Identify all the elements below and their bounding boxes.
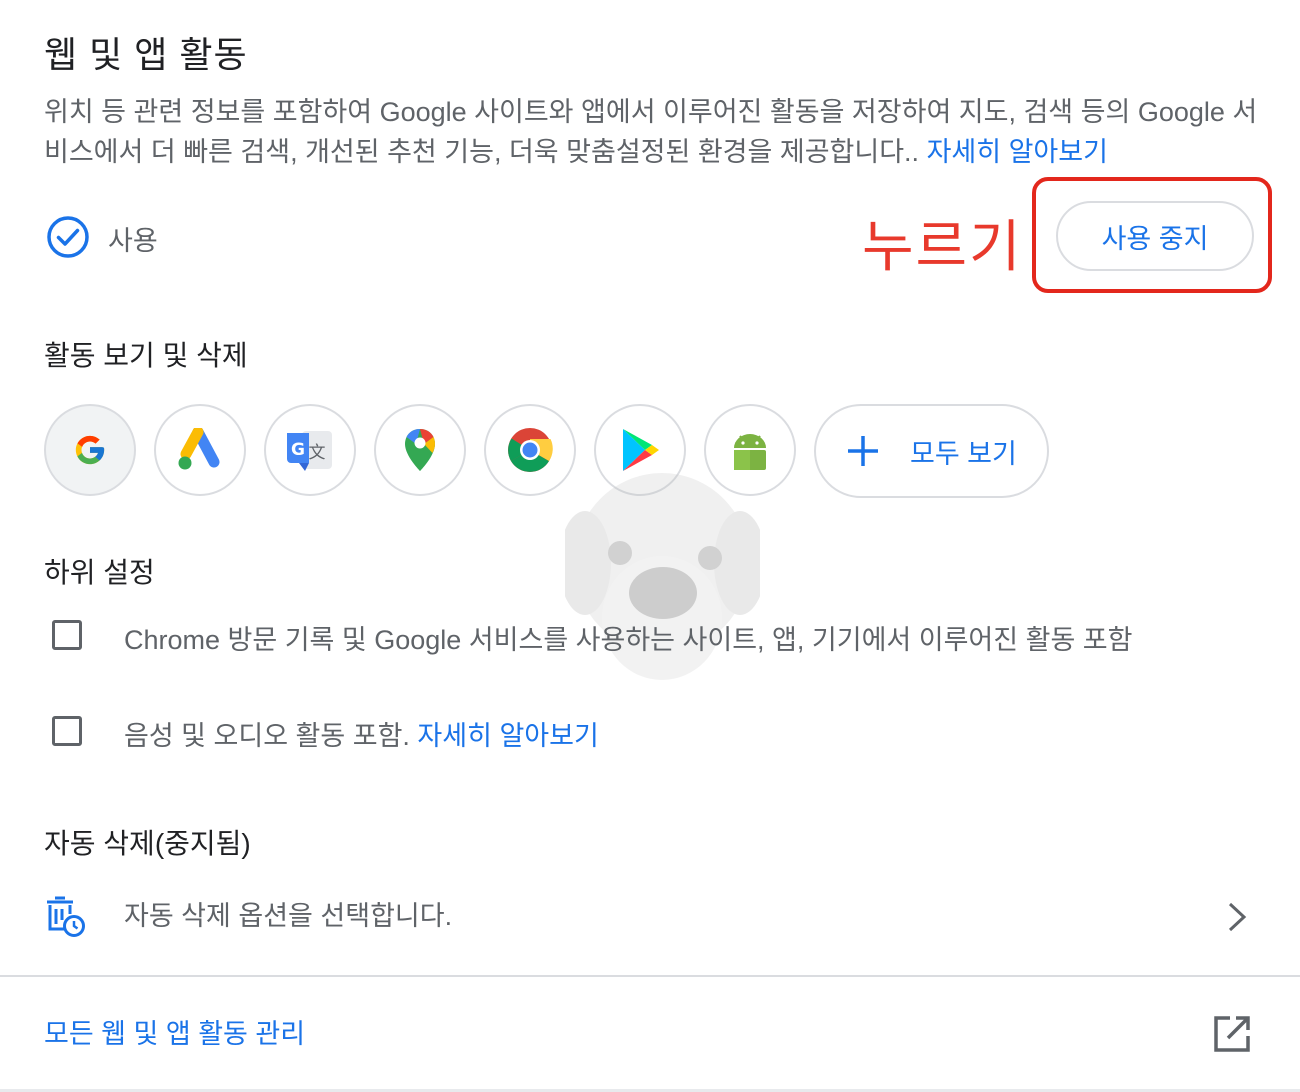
android-icon <box>734 434 766 470</box>
subsettings-heading: 하위 설정 <box>44 557 155 588</box>
learn-more-link[interactable]: 자세히 알아보기 <box>927 137 1108 167</box>
description: 위치 등 관련 정보를 포함하여 Google 사이트와 앱에서 이루어진 활동… <box>44 92 1264 172</box>
pause-button[interactable]: 사용 중지 <box>1056 201 1254 271</box>
audio-activity-checkbox[interactable] <box>52 716 82 746</box>
chevron-right-icon[interactable] <box>1222 900 1252 934</box>
see-all-label: 모두 보기 <box>910 438 1017 469</box>
auto-delete-heading: 자동 삭제(중지됨) <box>44 828 251 859</box>
google-translate-icon: 文 G <box>287 431 332 471</box>
chrome-history-label: Chrome 방문 기록 및 Google 서비스를 사용하는 사이트, 앱, … <box>124 625 1133 655</box>
press-annotation: 누르기 <box>862 215 1023 280</box>
auto-delete-icon <box>47 896 85 937</box>
app-ads[interactable] <box>154 404 246 496</box>
audio-learn-more-link[interactable]: 자세히 알아보기 <box>417 721 598 751</box>
svg-text:文: 文 <box>309 443 326 463</box>
audio-activity-text: 음성 및 오디오 활동 포함. <box>124 721 418 751</box>
status-label: 사용 <box>108 226 158 256</box>
app-list: 文 G 모두 보기 <box>44 404 1049 498</box>
app-maps[interactable] <box>374 404 466 496</box>
google-ads-icon <box>178 428 220 470</box>
page-title: 웹 및 앱 활동 <box>44 34 248 75</box>
google-icon <box>75 435 105 465</box>
plus-icon <box>848 436 878 466</box>
check-circle-icon <box>47 216 89 258</box>
auto-delete-option-label: 자동 삭제 옵션을 선택합니다. <box>124 901 453 931</box>
app-chrome[interactable] <box>484 404 576 496</box>
chrome-history-checkbox[interactable] <box>52 620 82 650</box>
audio-activity-label: 음성 및 오디오 활동 포함. 자세히 알아보기 <box>124 714 599 753</box>
see-all-button[interactable]: 모두 보기 <box>814 404 1049 498</box>
app-translate[interactable]: 文 G <box>264 404 356 496</box>
activity-heading: 활동 보기 및 삭제 <box>44 340 248 371</box>
google-play-icon <box>623 429 659 471</box>
app-google[interactable] <box>44 404 136 496</box>
open-in-new-icon[interactable] <box>1210 1012 1254 1056</box>
chrome-icon <box>508 428 553 472</box>
manage-activity-link[interactable]: 모든 웹 및 앱 활동 관리 <box>44 1012 305 1051</box>
google-maps-icon <box>405 429 435 471</box>
svg-text:G: G <box>291 440 305 460</box>
divider <box>0 975 1300 977</box>
